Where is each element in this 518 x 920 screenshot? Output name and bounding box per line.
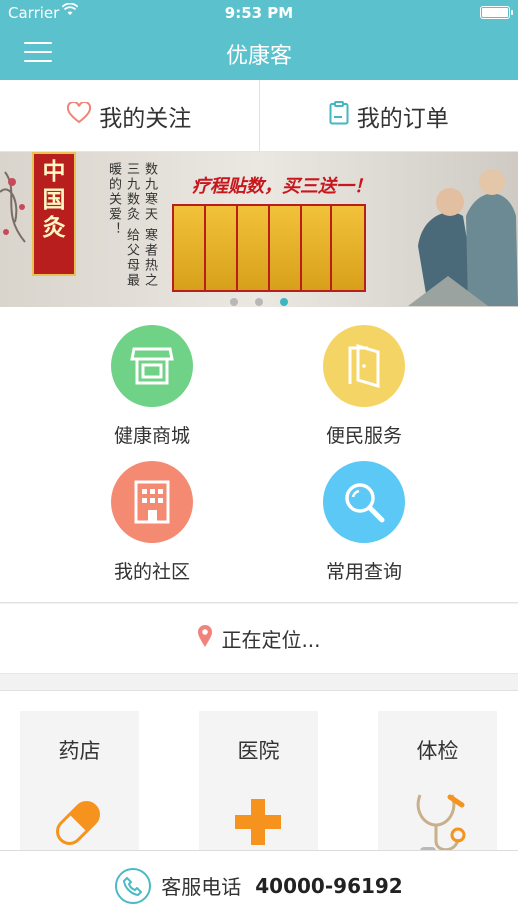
- service-my-community[interactable]: 我的社区: [72, 461, 232, 584]
- banner-poem: 数九寒天 寒者热之 三九数灸 给父母最 暖的关爱！: [106, 162, 157, 289]
- service-convenience-label: 便民服务: [325, 425, 402, 447]
- banner-pagination[interactable]: [0, 291, 518, 306]
- cross-icon: [233, 797, 283, 850]
- building-icon: [111, 461, 193, 543]
- location-bar[interactable]: 正在定位...: [0, 604, 518, 674]
- quick-tabs: 我的关注 我的订单: [0, 80, 518, 152]
- services-grid: 健康商城 便民服务 我的社区 常用查询: [0, 307, 518, 603]
- customer-service-number[interactable]: 40000-96192: [255, 874, 402, 898]
- category-hospital[interactable]: 医院: [199, 711, 318, 850]
- heart-icon: [67, 100, 92, 130]
- service-health-mall-label: 健康商城: [113, 425, 190, 447]
- category-pharmacy-label: 药店: [58, 739, 101, 763]
- tab-my-follows-label: 我的关注: [99, 105, 192, 132]
- store-icon: [111, 325, 193, 407]
- location-pin-icon: [197, 624, 213, 653]
- product-boxes-image: [172, 204, 372, 296]
- category-cards: 药店 医院 体检: [0, 690, 518, 850]
- tab-my-follows[interactable]: 我的关注: [0, 80, 260, 151]
- customer-service-bar[interactable]: 客服电话 40000-96192: [0, 850, 518, 920]
- service-common-query-label: 常用查询: [325, 561, 402, 583]
- service-health-mall[interactable]: 健康商城: [72, 325, 232, 448]
- nav-bar: 优康客: [0, 26, 518, 80]
- pagination-dot[interactable]: [255, 298, 263, 306]
- category-hospital-label: 医院: [237, 739, 280, 763]
- stethoscope-icon: [410, 791, 470, 850]
- service-convenience[interactable]: 便民服务: [284, 325, 444, 448]
- category-checkup[interactable]: 体检: [378, 711, 497, 850]
- location-status-text: 正在定位...: [221, 628, 321, 652]
- banner-slogan: 疗程贴数，买三送一！: [192, 176, 372, 197]
- clipboard-icon: [329, 100, 349, 131]
- clock: 9:53 PM: [224, 4, 294, 22]
- pill-icon: [46, 791, 110, 850]
- battery-icon: [480, 6, 513, 19]
- service-common-query[interactable]: 常用查询: [284, 461, 444, 584]
- customer-service-label: 客服电话: [161, 875, 242, 899]
- service-my-community-label: 我的社区: [113, 561, 190, 583]
- category-checkup-label: 体检: [416, 739, 459, 763]
- page-title: 优康客: [225, 44, 292, 69]
- ancient-figures-image: [408, 156, 518, 306]
- magnifier-icon: [323, 461, 405, 543]
- status-bar: Carrier 9:53 PM: [0, 0, 518, 26]
- category-pharmacy[interactable]: 药店: [20, 711, 139, 850]
- tab-my-orders-label: 我的订单: [356, 105, 449, 132]
- tab-my-orders[interactable]: 我的订单: [260, 80, 518, 151]
- promo-banner[interactable]: 中国灸 数九寒天 寒者热之 三九数灸 给父母最 暖的关爱！ 疗程贴数，买三送一！: [0, 152, 518, 307]
- phone-icon: [115, 867, 152, 904]
- pagination-dot[interactable]: [229, 298, 238, 306]
- banner-stamp: 中国灸: [32, 152, 76, 276]
- door-icon: [323, 325, 405, 407]
